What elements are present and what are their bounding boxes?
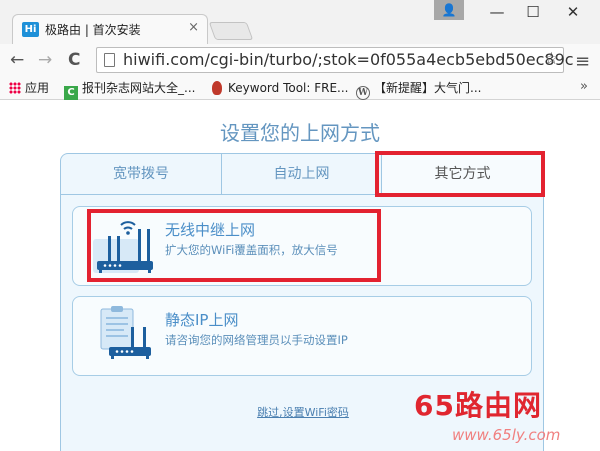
bookmark-item-2[interactable]: Keyword Tool: FRE... xyxy=(212,80,349,96)
watermark-logo: 65路由网 xyxy=(414,389,542,422)
close-window-button[interactable]: ✕ xyxy=(556,2,590,22)
bookmark-item-3[interactable]: W 【新提醒】大气门... xyxy=(356,80,481,100)
browser-toolbar: ← → C hiwifi.com/cgi-bin/turbo/;stok=0f0… xyxy=(0,44,600,76)
minimize-button[interactable]: — xyxy=(480,2,514,22)
tab-pppoe[interactable]: 宽带拨号 xyxy=(61,154,221,195)
browser-titlebar: Hi 极路由 | 首次安装 × 👤 — ☐ ✕ xyxy=(0,0,600,44)
new-tab-button[interactable] xyxy=(208,22,254,40)
maximize-button[interactable]: ☐ xyxy=(516,2,550,22)
tab-title: 极路由 | 首次安装 xyxy=(45,23,141,37)
option-title: 静态IP上网 xyxy=(165,311,239,329)
apps-grid-icon xyxy=(9,82,21,94)
page-title: 设置您的上网方式 xyxy=(220,121,380,145)
menu-icon[interactable]: ≡ xyxy=(575,51,590,72)
static-ip-router-icon xyxy=(100,306,151,359)
bookmarks-bar: 应用 C 报刊杂志网站大全_... Keyword Tool: FRE... W 【… xyxy=(0,76,600,100)
bookmark-label: 应用 xyxy=(25,81,50,95)
option-static-ip[interactable]: 静态IP上网 请咨询您的网络管理员以手动设置IP xyxy=(72,296,532,376)
bookmark-star-icon[interactable]: ☆ xyxy=(544,49,559,69)
bookmark-c-icon: C xyxy=(64,86,78,100)
address-bar[interactable]: hiwifi.com/cgi-bin/turbo/;stok=0f055a4ec… xyxy=(96,47,574,73)
hiwifi-favicon-icon: Hi xyxy=(22,22,39,37)
profile-icon[interactable]: 👤 xyxy=(434,0,464,20)
bookmark-item-1[interactable]: C 报刊杂志网站大全_... xyxy=(64,80,195,100)
tab-close-icon[interactable]: × xyxy=(188,20,199,35)
bookmark-label: 报刊杂志网站大全_... xyxy=(82,81,196,95)
page-icon xyxy=(104,53,115,67)
back-arrow-icon[interactable]: ← xyxy=(10,50,24,70)
bookmark-label: Keyword Tool: FRE... xyxy=(228,81,349,95)
reload-icon[interactable]: C xyxy=(68,50,80,70)
browser-tab[interactable]: Hi 极路由 | 首次安装 × xyxy=(12,14,208,44)
option-subtitle: 请咨询您的网络管理员以手动设置IP xyxy=(165,333,348,347)
highlight-box-option xyxy=(87,209,381,282)
bookmarks-more-icon[interactable]: » xyxy=(580,79,588,94)
forward-arrow-icon[interactable]: → xyxy=(38,50,52,70)
watermark-url: www.65ly.com xyxy=(452,426,561,444)
url-text[interactable]: hiwifi.com/cgi-bin/turbo/;stok=0f055a4ec… xyxy=(123,49,574,71)
keyword-tool-icon xyxy=(212,81,222,95)
tab-dhcp[interactable]: 自动上网 xyxy=(221,154,381,195)
highlight-box-tab xyxy=(375,151,545,197)
wordpress-icon: W xyxy=(356,86,370,100)
bookmark-label: 【新提醒】大气门... xyxy=(374,81,482,95)
bookmark-apps[interactable]: 应用 xyxy=(9,80,49,96)
